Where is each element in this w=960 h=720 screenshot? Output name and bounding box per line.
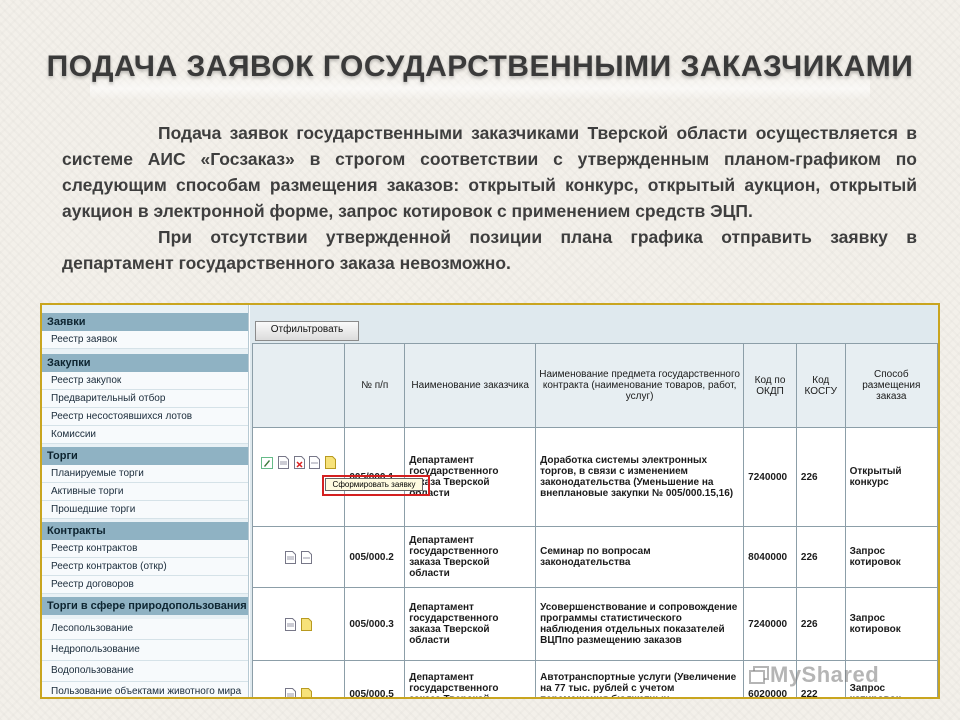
cell-customer: Департамент государственного заказа Твер… [404,660,537,697]
note-icon[interactable] [301,617,313,631]
cell-kosgu: 226 [795,587,846,661]
header-customer[interactable]: Наименование заказчика [404,343,537,428]
watermark: MyShared [770,662,880,687]
cell-method: Открытый конкурс [844,427,938,527]
sidebar-item-planned-trades[interactable]: Планируемые торги [42,465,248,483]
sidebar: Заявки Реестр заявок Закупки Реестр заку… [42,305,249,697]
document-icon[interactable] [285,687,297,700]
cell-subject: Автотранспортные услуги (Увеличение на 7… [535,660,745,697]
cell-num: 005/000.2 [344,526,406,588]
cell-subject: Семинар по вопросам законодательства [535,526,745,588]
header-subject[interactable]: Наименование предмета государственного к… [535,343,745,428]
sidebar-item-subsoil[interactable]: Недропользование [42,640,248,661]
document-icon[interactable] [285,617,297,631]
cell-kosgu: 226 [795,427,846,527]
requests-table: № п/п Наименование заказчика Наименовани… [251,343,938,700]
row-actions [251,587,346,661]
sidebar-section-nature[interactable]: Торги в сфере природопользования [42,597,248,615]
cell-okdp: 7240000 [743,587,797,661]
slide-body: Подача заявок государственными заказчика… [62,120,917,276]
sidebar-item-registry-agreements[interactable]: Реестр договоров [42,576,248,594]
cell-subject: Доработка системы электронных торгов, в … [535,427,745,527]
form-request-tooltip: Сформировать заявку [325,478,423,491]
cell-method: Запрос котировок [844,526,938,588]
cell-num: 005/000.5 [344,660,406,697]
cell-okdp: 8040000 [743,526,797,588]
delete-document-icon[interactable] [293,456,305,469]
cell-customer: Департамент государственного заказа Твер… [404,526,537,588]
app-screenshot: Заявки Реестр заявок Закупки Реестр заку… [40,303,940,699]
header-num[interactable]: № п/п [344,343,406,428]
sidebar-section-contracts[interactable]: Контракты [42,522,248,540]
row-actions [251,660,346,700]
form-request-icon[interactable] [309,456,321,469]
paragraph-2: При отсутствии утвержденной позиции план… [62,227,917,273]
slide-title: ПОДАЧА ЗАЯВОК ГОСУДАРСТВЕННЫМИ ЗАКАЗЧИКА… [46,50,914,83]
filter-button[interactable]: Отфильтровать [255,321,359,341]
table-row: 005/000.2 Департамент государственного з… [251,526,938,588]
sidebar-item-past-trades[interactable]: Прошедшие торги [42,501,248,519]
sidebar-item-preselection[interactable]: Предварительный отбор [42,390,248,408]
sidebar-item-registry-purchases[interactable]: Реестр закупок [42,372,248,390]
cell-kosgu: 226 [795,526,846,588]
sidebar-item-registry-requests[interactable]: Реестр заявок [42,331,248,349]
document-icon[interactable] [285,550,297,564]
sidebar-item-water[interactable]: Водопользование [42,661,248,682]
sidebar-item-forestry[interactable]: Лесопользование [42,619,248,640]
watermark-logo-icon [749,666,769,684]
header-actions [251,343,346,428]
sidebar-section-torgi[interactable]: Торги [42,447,248,465]
sidebar-item-commissions[interactable]: Комиссии [42,426,248,444]
header-method[interactable]: Способ размещения заказа [844,343,938,428]
header-kosgu[interactable]: Код КОСГУ [795,343,846,428]
row-actions [251,526,346,588]
sidebar-item-active-trades[interactable]: Активные торги [42,483,248,501]
cell-okdp: 7240000 [743,427,797,527]
sidebar-section-zakupki[interactable]: Закупки [42,354,248,372]
main-content: Отфильтровать № п/п Наименование заказчи… [250,305,938,697]
sidebar-item-wildlife[interactable]: Пользование объектами животного мира [42,682,248,697]
cell-customer: Департамент государственного заказа Твер… [404,587,537,661]
sidebar-item-registry-contracts-open[interactable]: Реестр контрактов (откр) [42,558,248,576]
paragraph-1: Подача заявок государственными заказчика… [62,123,917,221]
table-row: 005/000.3 Департамент государственного з… [251,587,938,661]
table-header-row: № п/п Наименование заказчика Наименовани… [251,343,938,428]
edit-icon[interactable] [261,456,274,469]
sidebar-item-registry-contracts[interactable]: Реестр контрактов [42,540,248,558]
cell-subject: Усовершенствование и сопровождение прогр… [535,587,745,661]
note-icon[interactable] [301,687,313,700]
sidebar-section-zayavki[interactable]: Заявки [42,313,248,331]
sidebar-item-failed-lots[interactable]: Реестр несостоявшихся лотов [42,408,248,426]
note-icon[interactable] [325,456,337,469]
cell-num: 005/000.3 [344,587,406,661]
header-okdp[interactable]: Код по ОКДП [743,343,797,428]
document-icon[interactable] [277,456,289,469]
form-request-icon[interactable] [301,550,313,564]
cell-method: Запрос котировок [844,587,938,661]
